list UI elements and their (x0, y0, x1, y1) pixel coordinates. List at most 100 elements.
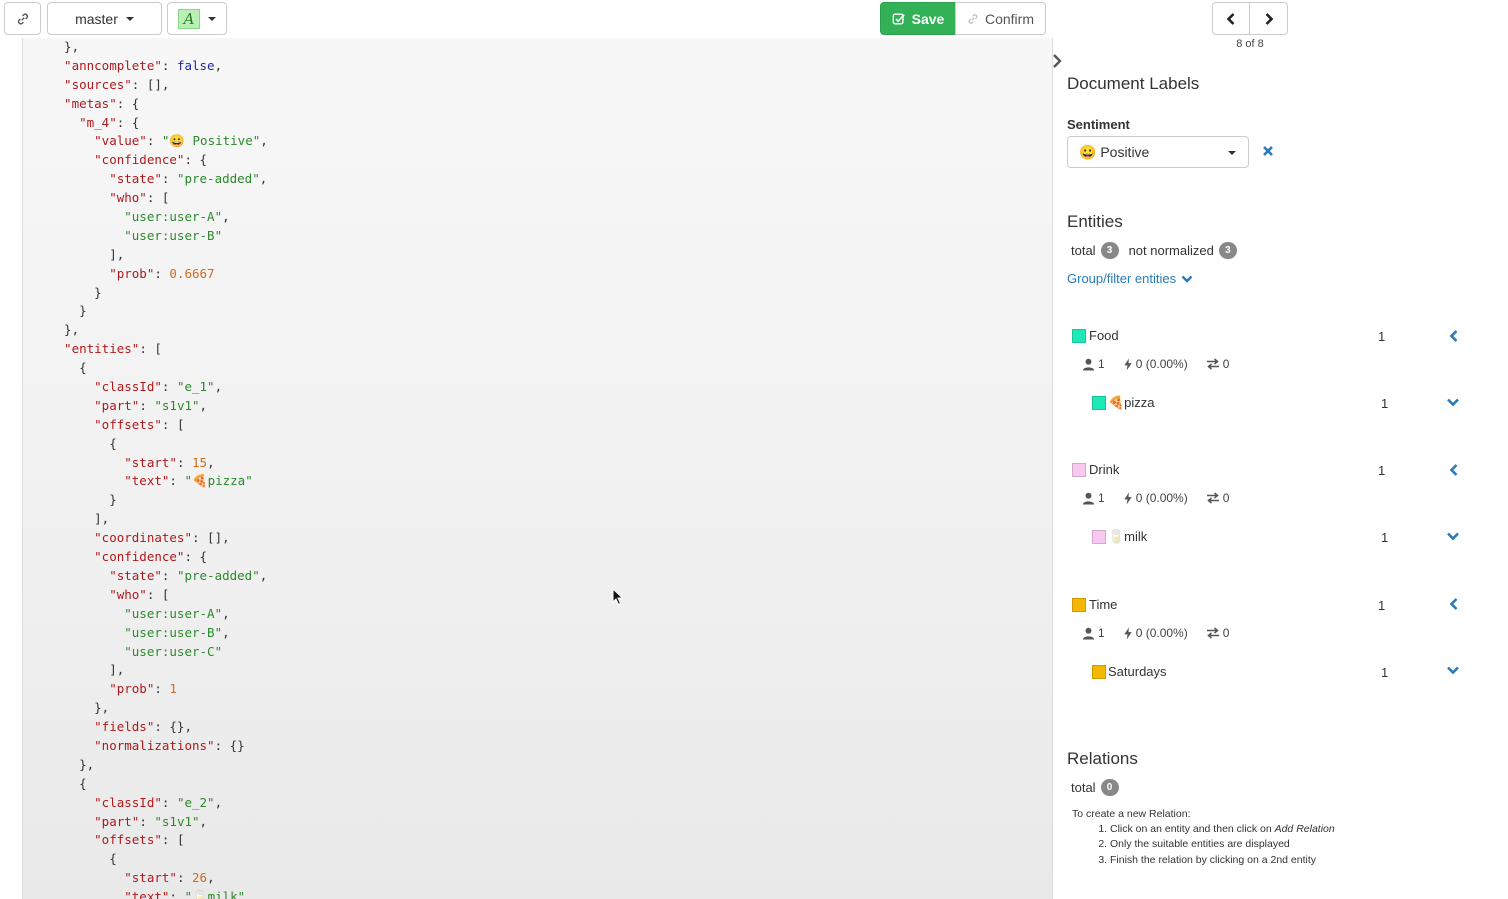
not-normalized-count-badge: 3 (1218, 242, 1237, 259)
code-token: : (139, 397, 155, 413)
previous-document-button[interactable] (1212, 2, 1250, 35)
user-icon (1082, 358, 1095, 371)
total-label: total (1071, 243, 1096, 258)
code-token: } (49, 284, 102, 300)
code-line: "state": "pre-added", (49, 567, 268, 586)
code-line: "text": "🥛milk" (49, 888, 268, 899)
confirm-button[interactable]: Confirm (955, 2, 1046, 35)
code-token: "anncomplete" (49, 57, 162, 73)
relations-stat: 0 (1206, 626, 1229, 640)
relations-stat: 0 (1206, 357, 1229, 371)
code-token: : (146, 133, 162, 149)
code-token: "who" (49, 190, 147, 206)
code-line: { (49, 359, 268, 378)
clear-sentiment-icon[interactable] (1261, 144, 1275, 158)
user-icon (1082, 627, 1095, 640)
link-icon (968, 13, 978, 24)
code-token: : (161, 171, 177, 187)
code-token: "entities" (49, 341, 140, 357)
exchange-icon (1206, 627, 1219, 639)
entity-group-food[interactable]: Food (1072, 328, 1119, 343)
code-token: "sources" (49, 76, 132, 92)
chevron-down-icon[interactable] (1446, 665, 1460, 676)
annotation-mode-dropdown[interactable]: A (167, 2, 227, 35)
entity-group-time[interactable]: Time (1072, 597, 1117, 612)
code-token: 1 (169, 681, 177, 697)
collapse-panel-icon[interactable] (1051, 53, 1063, 69)
chevron-down-icon (1181, 275, 1193, 283)
auto-stat: 0 (0.00%) (1123, 357, 1188, 371)
code-token: : (169, 889, 185, 899)
entity-color-swatch (1092, 530, 1106, 544)
entity-item-pizza[interactable]: 🍕pizza (1092, 395, 1155, 411)
code-line: { (49, 775, 268, 794)
link-button[interactable] (4, 2, 41, 35)
code-token: "start" (49, 870, 177, 886)
confirm-label: Confirm (984, 10, 1034, 27)
code-line: ], (49, 246, 268, 265)
code-token: : { (116, 114, 140, 130)
chevron-left-icon[interactable] (1448, 463, 1460, 477)
entity-group-stats: 1 0 (0.00%) 0 (1082, 626, 1247, 640)
auto-stat: 0 (0.00%) (1123, 491, 1188, 505)
code-token: : [ (146, 190, 170, 206)
relations-total-label: total (1071, 780, 1096, 795)
entity-item-saturdays[interactable]: Saturdays (1092, 664, 1167, 679)
code-line: "coordinates": [], (49, 529, 268, 548)
code-token: : { (184, 549, 208, 565)
code-token: , (214, 379, 223, 395)
exchange-icon (1206, 358, 1219, 370)
json-code-view[interactable]: }, "anncomplete": false, "sources": [], … (22, 38, 1052, 899)
code-token: : { (116, 95, 140, 111)
edit-check-icon (892, 12, 905, 25)
code-token: : {}, (154, 719, 192, 735)
code-token: "confidence" (49, 549, 185, 565)
chevron-left-icon[interactable] (1448, 597, 1460, 611)
entity-group-count: 1 (1378, 463, 1386, 478)
code-line: } (49, 284, 268, 303)
branch-label: master (75, 10, 118, 27)
code-token: : (176, 870, 192, 886)
code-line: "part": "s1v1", (49, 397, 268, 416)
code-line: "normalizations": {} (49, 737, 268, 756)
next-document-button[interactable] (1249, 2, 1288, 35)
entity-group-drink[interactable]: Drink (1072, 462, 1119, 477)
chevron-down-icon[interactable] (1446, 397, 1460, 408)
relations-counts: total 0 (1071, 779, 1129, 796)
code-line: "classId": "e_2", (49, 794, 268, 813)
code-token: "who" (49, 586, 147, 602)
code-token: : [ (161, 416, 185, 432)
code-token: "offsets" (49, 832, 162, 848)
entity-item-count: 1 (1381, 396, 1389, 411)
code-token: } (49, 492, 117, 508)
relations-help-step-2: Only the suitable entities are displayed (1110, 837, 1335, 852)
group-filter-entities-link[interactable]: Group/filter entities (1067, 271, 1193, 286)
code-token: : (176, 454, 192, 470)
code-token: ], (49, 511, 110, 527)
code-line: }, (49, 321, 268, 340)
code-token: : { (184, 152, 208, 168)
code-line: "anncomplete": false, (49, 57, 268, 76)
code-token: { (49, 360, 87, 376)
entity-group-name: Food (1089, 328, 1119, 343)
code-token: : (161, 794, 177, 810)
chevron-down-icon[interactable] (1446, 531, 1460, 542)
entity-item-milk[interactable]: 🥛milk (1092, 529, 1147, 545)
code-token: { (49, 775, 87, 791)
entity-item-label: 🥛milk (1108, 529, 1148, 544)
code-token: : (139, 813, 155, 829)
chevron-left-icon[interactable] (1448, 329, 1460, 343)
entity-color-swatch (1072, 597, 1086, 612)
code-line: } (49, 302, 268, 321)
branch-dropdown[interactable]: master (47, 2, 162, 35)
code-line: }, (49, 38, 268, 57)
code-line: "prob": 1 (49, 680, 268, 699)
code-line: "confidence": { (49, 151, 268, 170)
entity-group-count: 1 (1378, 598, 1386, 613)
code-line: "offsets": [ (49, 831, 268, 850)
bolt-icon (1123, 626, 1132, 640)
sentiment-select[interactable]: 😀 Positive (1067, 136, 1249, 168)
save-button[interactable]: Save (880, 2, 956, 35)
code-token: "coordinates" (49, 530, 192, 546)
entity-group-name: Drink (1089, 462, 1120, 477)
